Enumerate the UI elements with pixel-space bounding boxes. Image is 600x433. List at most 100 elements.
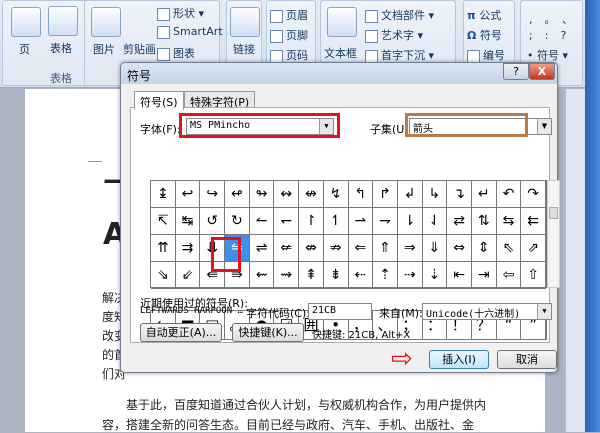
symbol-cell[interactable]: ↼ — [249, 208, 275, 235]
symbol-cell[interactable]: ⇞ — [299, 262, 324, 289]
symbol-cell[interactable]: ↴ — [447, 181, 472, 208]
symbol-cell[interactable]: ↪ — [200, 181, 226, 208]
link-button[interactable]: 链接 — [233, 41, 255, 57]
symbol-cell[interactable]: ↿ — [323, 208, 349, 235]
numbering-button[interactable]: 编号 — [467, 47, 505, 63]
symbol-cell[interactable]: ↭ — [274, 181, 300, 208]
shortcut-key-button[interactable]: 快捷键(K)... — [232, 323, 304, 342]
symbol-cell[interactable]: ↽ — [274, 208, 300, 235]
symbol-cell[interactable]: ⇥ — [471, 262, 497, 289]
symbol-cell[interactable]: ⇡ — [373, 262, 398, 289]
symbol-cell[interactable]: ↸ — [151, 208, 176, 235]
smartart-button[interactable]: SmartArt — [157, 25, 223, 39]
shapes-button[interactable]: 形状 ▾ — [157, 5, 204, 21]
symbol-cell[interactable]: ↻ — [225, 208, 250, 235]
symbol-cell[interactable]: ⇈ — [151, 235, 176, 262]
symbol-cell[interactable]: ↵ — [471, 181, 497, 208]
tab-symbols[interactable]: 符号(S) — [134, 91, 184, 110]
symbol-cell[interactable]: ⇄ — [447, 208, 472, 235]
from-select[interactable]: Unicode(十六进制) ▼ — [422, 303, 552, 320]
document-scrollbar[interactable] — [565, 89, 585, 432]
symbol-cell[interactable]: ⇖ — [496, 235, 522, 262]
page-number-button[interactable]: 页码 — [270, 47, 308, 63]
symbol-cell[interactable]: ↺ — [200, 208, 226, 235]
symbol-cell[interactable]: ⇏ — [323, 235, 349, 262]
symbol-cell[interactable]: ⇠ — [348, 262, 374, 289]
help-button[interactable]: ? — [503, 63, 529, 80]
symbol-cell[interactable]: ↾ — [299, 208, 324, 235]
symbol-cell[interactable]: ↰ — [348, 181, 374, 208]
symbol-cell[interactable]: ↶ — [496, 181, 522, 208]
insert-button[interactable]: 插入(I) — [429, 350, 489, 369]
symbol-cell[interactable]: ⇉ — [175, 235, 201, 262]
symbol-cell[interactable]: ↲ — [397, 181, 423, 208]
symbol-cell[interactable]: ↹ — [175, 208, 201, 235]
symbol-cell[interactable]: ⇦ — [496, 262, 522, 289]
chart-button[interactable]: 图表 — [157, 45, 195, 61]
cancel-button[interactable]: 取消 — [497, 350, 557, 369]
symbol-cell[interactable]: ⇑ — [373, 235, 398, 262]
autocorrect-button[interactable]: 自动更正(A)... — [140, 323, 222, 342]
chevron-down-icon[interactable]: ▼ — [537, 119, 551, 134]
symbol-cell[interactable]: ⇆ — [496, 208, 522, 235]
symbol-cell[interactable]: ↩ — [175, 181, 201, 208]
symbol-cell[interactable]: ⇀ — [348, 208, 374, 235]
clipart-button[interactable]: 剪贴画 — [123, 41, 156, 57]
symbol-cell[interactable]: ↨ — [151, 181, 176, 208]
symbol2-label: 符号 — [537, 49, 559, 62]
symbol-cell[interactable]: ⇕ — [471, 235, 497, 262]
symbol-cell[interactable]: ⇃ — [422, 208, 448, 235]
wordart-button[interactable]: 艺术字 ▾ — [365, 27, 423, 43]
symbol-cell[interactable]: ⇜ — [249, 262, 275, 289]
symbol-cell[interactable]: ⇓ — [422, 235, 448, 262]
table-button[interactable]: 表格 — [50, 40, 72, 56]
window-edge — [585, 0, 600, 432]
symbol-cell[interactable]: ⇢ — [397, 262, 423, 289]
symbol-cell[interactable]: ↱ — [373, 181, 398, 208]
symbol-cell[interactable]: ⇒ — [397, 235, 423, 262]
symbol-cell[interactable]: ⇟ — [323, 262, 349, 289]
pi-icon: π — [467, 9, 476, 22]
textbox-button[interactable]: 文本框 — [324, 45, 357, 61]
symbol-cell[interactable]: ↯ — [323, 181, 349, 208]
para2-line: 容，搭建全新的问答生态。目前已经与政府、汽车、手机、出版社、金 — [102, 418, 475, 432]
picture-button[interactable]: 图片 — [93, 41, 115, 57]
symbol-cell[interactable]: ↮ — [299, 181, 324, 208]
chevron-down-icon[interactable]: ▼ — [537, 304, 551, 319]
symbol-cell[interactable]: ↳ — [422, 181, 448, 208]
symbol-cell[interactable]: ⇌ — [249, 235, 275, 262]
punct-row-1[interactable]: ,。、 — [529, 11, 585, 27]
symbol-cell[interactable]: ⇧ — [521, 262, 546, 289]
grid-scrollbar[interactable] — [547, 180, 560, 288]
symbol-cell[interactable]: ⇅ — [471, 208, 497, 235]
symbol-cell[interactable]: ⇘ — [151, 262, 176, 289]
symbol-cell[interactable]: ⇙ — [175, 262, 201, 289]
symbol-cell[interactable]: ⇔ — [447, 235, 472, 262]
punct-row-2[interactable]: ;:? — [529, 29, 578, 42]
symbol-cell[interactable]: ↫ — [225, 181, 250, 208]
symbol-button[interactable]: Ω 符号 — [467, 27, 502, 43]
symbol-cell[interactable]: ⇁ — [373, 208, 398, 235]
symbol-grid[interactable]: ↨ ↩ ↪ ↫ ↬ ↭ ↮ ↯ ↰ ↱ ↲ ↳ ↴ ↵ ↶ ↷ ↸ ↹ ↺ ↻ ↼ ↽ ↾ ↿ ⇀ ⇁ ⇂ ⇃ ⇄ ⇅ ⇆ ⇇ ⇈ ⇉ ⇊ ⇋ ⇌ ⇍ ⇎ ⇏… — [150, 180, 547, 289]
symbol-cell[interactable]: ↬ — [249, 181, 275, 208]
symbol-cell[interactable]: ⇐ — [348, 235, 374, 262]
scroll-thumb[interactable] — [549, 207, 558, 219]
code-input[interactable]: 21CB — [308, 303, 372, 320]
symbol-cell[interactable]: ⇗ — [521, 235, 546, 262]
symbol-cell[interactable]: ⇎ — [299, 235, 324, 262]
dropcap-button[interactable]: 首字下沉 ▾ — [365, 47, 434, 63]
page-button[interactable]: 页 — [19, 41, 30, 57]
footer-button[interactable]: 页脚 — [270, 27, 308, 43]
symbol-cell[interactable]: ⇂ — [397, 208, 423, 235]
equation-button[interactable]: π 公式 — [467, 7, 501, 23]
symbol-cell[interactable]: ⇝ — [274, 262, 300, 289]
symbol-cell[interactable]: ↷ — [521, 181, 546, 208]
quick-parts-button[interactable]: 文档部件 ▾ — [365, 7, 434, 23]
symbol-cell[interactable]: ⇤ — [447, 262, 472, 289]
symbol-cell[interactable]: ⇇ — [521, 208, 546, 235]
symbol2-button[interactable]: • 符号 ▾ — [527, 47, 568, 63]
symbol-cell[interactable]: ⇣ — [422, 262, 448, 289]
header-button[interactable]: 页眉 — [270, 7, 308, 23]
symbol-cell[interactable]: ⇍ — [274, 235, 300, 262]
close-button[interactable]: X — [529, 63, 555, 80]
